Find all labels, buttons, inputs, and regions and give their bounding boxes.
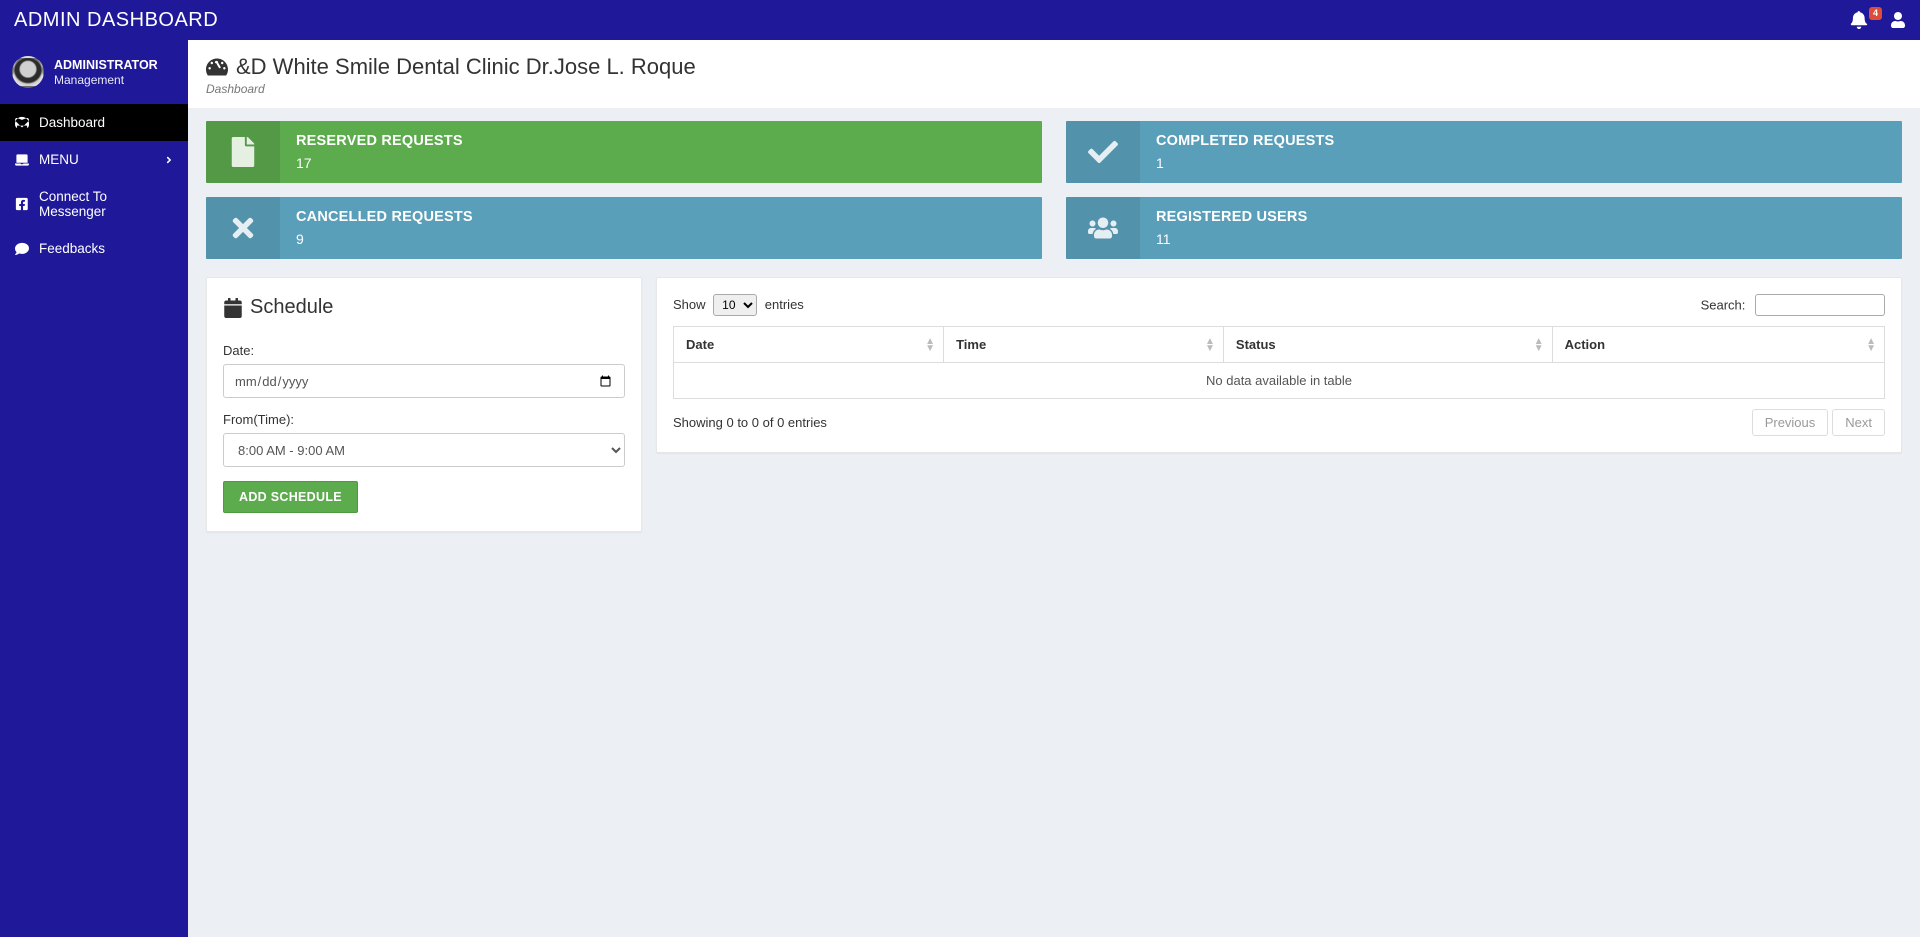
user-panel: ADMINISTRATOR Management <box>0 40 188 104</box>
page-title-text: &D White Smile Dental Clinic Dr.Jose L. … <box>236 54 696 80</box>
sidebar-item-menu[interactable]: MENU <box>0 141 188 178</box>
card-value: 1 <box>1156 155 1886 171</box>
bell-icon <box>1850 11 1868 29</box>
length-control: Show 10 entries <box>673 294 804 316</box>
col-action[interactable]: Action▲▼ <box>1552 327 1884 363</box>
date-input[interactable] <box>223 364 625 398</box>
length-select[interactable]: 10 <box>713 294 757 316</box>
card-registered-users[interactable]: REGISTERED USERS 11 <box>1066 197 1902 259</box>
page-header: &D White Smile Dental Clinic Dr.Jose L. … <box>188 40 1920 109</box>
user-panel-text: ADMINISTRATOR Management <box>54 58 158 87</box>
next-button[interactable]: Next <box>1832 409 1885 436</box>
card-label: RESERVED REQUESTS <box>296 133 1026 149</box>
schedule-heading-text: Schedule <box>250 296 333 319</box>
main-content: &D White Smile Dental Clinic Dr.Jose L. … <box>188 40 1920 544</box>
col-date[interactable]: Date▲▼ <box>674 327 944 363</box>
add-schedule-button[interactable]: ADD SCHEDULE <box>223 481 358 513</box>
card-cancelled-requests[interactable]: CANCELLED REQUESTS 9 <box>206 197 1042 259</box>
panel-row: Schedule Date: From(Time): 8:00 AM - 9:0… <box>206 277 1902 532</box>
time-select[interactable]: 8:00 AM - 9:00 AM <box>223 433 625 467</box>
card-value: 17 <box>296 155 1026 171</box>
card-label: COMPLETED REQUESTS <box>1156 133 1886 149</box>
label-time: From(Time): <box>223 412 625 427</box>
sidebar-item-label: MENU <box>39 152 79 167</box>
comment-icon <box>14 241 29 256</box>
col-time[interactable]: Time▲▼ <box>944 327 1224 363</box>
sidebar-item-messenger[interactable]: Connect To Messenger <box>0 178 188 230</box>
prev-button[interactable]: Previous <box>1752 409 1829 436</box>
datatable-toolbar: Show 10 entries Search: <box>673 294 1885 316</box>
sort-icon: ▲▼ <box>925 338 935 352</box>
users-icon <box>1066 197 1140 259</box>
header-actions: 4 <box>1850 11 1906 29</box>
col-status[interactable]: Status▲▼ <box>1223 327 1552 363</box>
card-label: CANCELLED REQUESTS <box>296 209 1026 225</box>
check-icon <box>1066 121 1140 183</box>
notification-badge: 4 <box>1869 7 1882 20</box>
sidebar-nav: Dashboard MENU Connect To Messenger Feed… <box>0 104 188 267</box>
panel-schedule: Schedule Date: From(Time): 8:00 AM - 9:0… <box>206 277 642 532</box>
sidebar-item-dashboard[interactable]: Dashboard <box>0 104 188 141</box>
pagination: Previous Next <box>1752 409 1885 436</box>
sidebar-item-label: Dashboard <box>39 115 105 130</box>
datatable-info: Showing 0 to 0 of 0 entries <box>673 415 827 430</box>
card-reserved-requests[interactable]: RESERVED REQUESTS 17 <box>206 121 1042 183</box>
user-icon[interactable] <box>1890 12 1906 28</box>
info-cards-row1: RESERVED REQUESTS 17 COMPLETED REQUESTS … <box>206 121 1902 197</box>
dashboard-icon <box>14 115 29 130</box>
card-value: 11 <box>1156 231 1886 247</box>
file-icon <box>206 121 280 183</box>
chevron-right-icon <box>164 155 174 165</box>
sort-icon: ▲▼ <box>1866 338 1876 352</box>
panel-datatable: Show 10 entries Search: Date▲▼ Time▲▼ St… <box>656 277 1902 453</box>
facebook-icon <box>14 197 29 212</box>
info-cards-row2: CANCELLED REQUESTS 9 REGISTERED USERS 11 <box>206 197 1902 273</box>
datatable: Date▲▼ Time▲▼ Status▲▼ Action▲▼ No data … <box>673 326 1885 399</box>
card-label: REGISTERED USERS <box>1156 209 1886 225</box>
page-title: &D White Smile Dental Clinic Dr.Jose L. … <box>206 54 1902 80</box>
card-completed-requests[interactable]: COMPLETED REQUESTS 1 <box>1066 121 1902 183</box>
label-date: Date: <box>223 343 625 358</box>
empty-row: No data available in table <box>674 363 1885 399</box>
content-body: RESERVED REQUESTS 17 COMPLETED REQUESTS … <box>188 109 1920 544</box>
top-header: ADMIN DASHBOARD 4 <box>0 0 1920 40</box>
search-control: Search: <box>1701 294 1885 316</box>
sort-icon: ▲▼ <box>1534 338 1544 352</box>
times-icon <box>206 197 280 259</box>
laptop-icon <box>14 152 29 167</box>
breadcrumb: Dashboard <box>206 82 1902 96</box>
datatable-footer: Showing 0 to 0 of 0 entries Previous Nex… <box>673 409 1885 436</box>
notifications-button[interactable]: 4 <box>1850 11 1868 29</box>
sidebar-item-label: Connect To Messenger <box>39 189 174 219</box>
tachometer-icon <box>206 56 228 78</box>
schedule-heading: Schedule <box>223 296 625 319</box>
card-value: 9 <box>296 231 1026 247</box>
sidebar-item-feedbacks[interactable]: Feedbacks <box>0 230 188 267</box>
user-role: Management <box>54 73 158 87</box>
sidebar: ADMINISTRATOR Management Dashboard MENU … <box>0 40 188 937</box>
avatar <box>12 56 44 88</box>
calendar-icon <box>223 298 243 318</box>
sort-icon: ▲▼ <box>1205 338 1215 352</box>
search-input[interactable] <box>1755 294 1885 316</box>
brand-title[interactable]: ADMIN DASHBOARD <box>14 9 218 32</box>
user-name: ADMINISTRATOR <box>54 58 158 73</box>
sidebar-item-label: Feedbacks <box>39 241 105 256</box>
